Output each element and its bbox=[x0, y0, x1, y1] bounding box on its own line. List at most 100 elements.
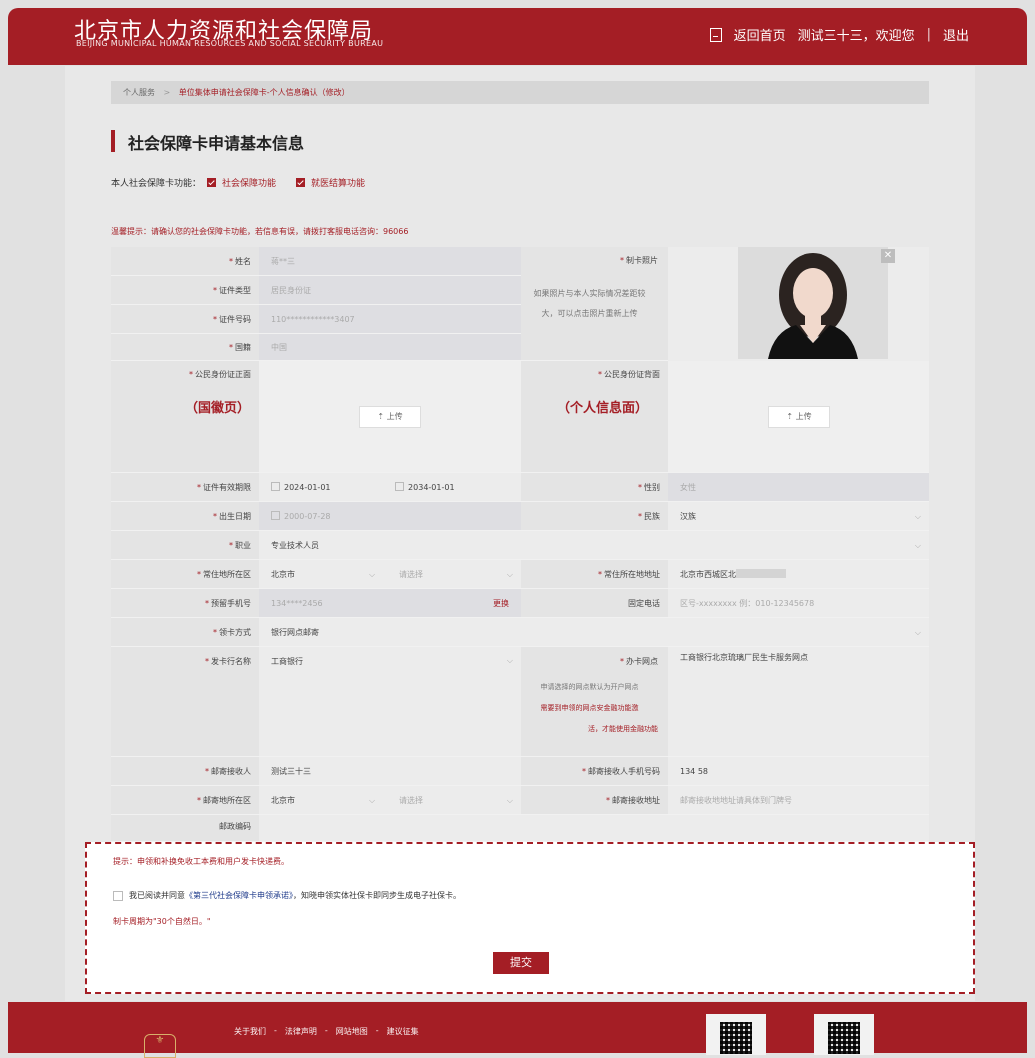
address-label: * 常住所在地地址 bbox=[521, 560, 668, 589]
mail-district-select[interactable]: 请选择 bbox=[399, 786, 423, 815]
upload-id-front-button[interactable]: ⇡ 上传 bbox=[359, 406, 421, 428]
photo-label-cell: * 制卡照片 如果照片与本人实际情况差距较 大，可以点击照片重新上传 bbox=[521, 247, 668, 361]
chevron-down-icon: ⌵ bbox=[506, 656, 513, 665]
notice-text: 温馨提示：请确认您的社会保障卡功能，若信息有误，请拨打客服电话咨询：96066 bbox=[111, 227, 409, 236]
id-number-field: 110************3407 bbox=[259, 305, 521, 334]
receive-select[interactable]: 银行网点邮寄 ⌵ bbox=[259, 618, 929, 647]
mail-address-input[interactable]: 邮寄接收地地址请具体到门牌号 bbox=[668, 786, 929, 815]
gender-label: * 性别 bbox=[521, 473, 668, 502]
logout-link[interactable]: 退出 bbox=[943, 25, 969, 44]
postcode-input[interactable] bbox=[259, 815, 929, 842]
agreement-row: 我已阅读并同意《第三代社会保障卡申领承诺》，知晓申领实体社保卡即同步生成电子社保… bbox=[113, 890, 461, 901]
name-label: * 姓名 bbox=[111, 247, 259, 276]
production-period: 制卡周期为"30个自然日。" bbox=[113, 917, 211, 926]
breadcrumb-current: 单位集体申请社会保障卡-个人信息确认（修改） bbox=[178, 88, 350, 97]
title-accent bbox=[111, 130, 115, 152]
mobile-field: 134****2456 更换 bbox=[259, 589, 521, 618]
application-form: * 姓名 蒋**三 * 证件类型 居民身份证 * 证件号码 110**********… bbox=[111, 247, 929, 842]
validity-label: * 证件有效期限 bbox=[111, 473, 259, 502]
agreement-link[interactable]: 《第三代社会保障卡申领承诺》 bbox=[185, 891, 293, 900]
submit-button[interactable]: 提交 bbox=[493, 952, 549, 974]
qr-code-icon bbox=[814, 1014, 874, 1055]
calendar-icon bbox=[271, 482, 280, 491]
footer-link-about[interactable]: 关于我们 bbox=[234, 1026, 266, 1037]
portrait-image bbox=[738, 247, 888, 359]
id-number-label: * 证件号码 bbox=[111, 305, 259, 334]
document-icon bbox=[709, 27, 722, 42]
chevron-down-icon: ⌵ bbox=[506, 796, 513, 805]
breadcrumb-root[interactable]: 个人服务 bbox=[123, 88, 155, 97]
header-actions: 返回首页 测试三十三，欢迎您 | 退出 bbox=[709, 25, 969, 44]
job-select[interactable]: 专业技术人员 ⌵ bbox=[259, 531, 929, 560]
agreement-text: 我已阅读并同意《第三代社会保障卡申领承诺》，知晓申领实体社保卡即同步生成电子社保… bbox=[129, 891, 461, 900]
recipient-input[interactable]: 测试三十三 bbox=[259, 757, 521, 786]
residence-city-select[interactable]: 北京市 bbox=[271, 570, 295, 579]
validity-end-input[interactable]: 2034-01-01 bbox=[408, 483, 455, 492]
photo-close-icon[interactable]: ✕ bbox=[881, 249, 895, 263]
id-front-side: （国徽页） bbox=[185, 401, 251, 416]
postcode-label: 邮政编码 bbox=[111, 815, 259, 842]
home-link[interactable]: 返回首页 bbox=[734, 25, 786, 44]
confirmation-panel: 提示：申领和补换免收工本费和用户发卡快递费。 我已阅读并同意《第三代社会保障卡申… bbox=[85, 842, 975, 994]
footer-link-legal[interactable]: 法律声明 bbox=[285, 1026, 317, 1037]
recipient-phone-input[interactable]: 134 58 bbox=[668, 757, 929, 786]
phone-label: 固定电话 bbox=[521, 589, 668, 618]
social-security-label: 社会保障功能 bbox=[222, 179, 277, 189]
medical-settlement-checkbox[interactable] bbox=[296, 178, 306, 187]
site-header: 北京市人力资源和社会保障局 BEIJING MUNICIPAL HUMAN RE… bbox=[8, 8, 1027, 65]
breadcrumb: 个人服务 > 单位集体申请社会保障卡-个人信息确认（修改） bbox=[111, 81, 929, 104]
nationality-field: 中国 bbox=[259, 334, 521, 361]
qr-code-icon bbox=[706, 1014, 766, 1055]
fee-tip: 提示：申领和补换免收工本费和用户发卡快递费。 bbox=[113, 857, 289, 866]
birth-label: * 出生日期 bbox=[111, 502, 259, 531]
photo-hint: 如果照片与本人实际情况差距较 大，可以点击照片重新上传 bbox=[533, 289, 646, 318]
residence-district-select[interactable]: 请选择 bbox=[399, 560, 423, 589]
functions-label: 本人社会保障卡功能： bbox=[111, 179, 202, 189]
emblem-icon: ⚜ bbox=[144, 1034, 176, 1058]
id-type-label: * 证件类型 bbox=[111, 276, 259, 305]
change-mobile-link[interactable]: 更换 bbox=[493, 589, 509, 618]
address-input[interactable]: 北京市西城区北 bbox=[668, 560, 929, 589]
receive-label: * 领卡方式 bbox=[111, 618, 259, 647]
footer-link-feedback[interactable]: 建议征集 bbox=[387, 1026, 419, 1037]
mail-area-field: 北京市 ⌵ 请选择 ⌵ bbox=[259, 786, 521, 815]
recipient-label: * 邮寄接收人 bbox=[111, 757, 259, 786]
upload-id-back-button[interactable]: ⇡ 上传 bbox=[768, 406, 830, 428]
site-subtitle: BEIJING MUNICIPAL HUMAN RESOURCES AND SO… bbox=[76, 39, 384, 48]
footer-links: 关于我们 - 法律声明 - 网站地图 - 建议征集 bbox=[234, 1026, 419, 1037]
breadcrumb-separator: > bbox=[163, 88, 171, 97]
medical-settlement-label: 就医结算功能 bbox=[311, 179, 366, 189]
page-title: 社会保障卡申请基本信息 bbox=[128, 134, 305, 153]
gender-field: 女性 bbox=[668, 473, 929, 502]
id-photo[interactable] bbox=[738, 247, 888, 359]
mail-city-select[interactable]: 北京市 bbox=[271, 796, 295, 805]
id-front-label: * 公民身份证正面 bbox=[189, 370, 251, 379]
id-type-field: 居民身份证 bbox=[259, 276, 521, 305]
ethnic-label: * 民族 bbox=[521, 502, 668, 531]
name-field: 蒋**三 bbox=[259, 247, 521, 276]
id-back-label: * 公民身份证背面 bbox=[598, 370, 660, 379]
ethnic-select[interactable]: 汉族 ⌵ bbox=[668, 502, 929, 531]
branch-label: * 办卡网点 bbox=[620, 657, 658, 666]
recipient-phone-label: * 邮寄接收人手机号码 bbox=[521, 757, 668, 786]
social-security-checkbox[interactable] bbox=[207, 178, 217, 187]
photo-cell: ✕ bbox=[668, 247, 929, 361]
bank-label: * 发卡行名称 bbox=[111, 647, 259, 757]
branch-label-cell: * 办卡网点 申请选择的网点默认为开户网点 需要到申领的网点安金融功能激 活，才能… bbox=[521, 647, 668, 757]
validity-field: 2024-01-01 2034-01-01 bbox=[259, 473, 521, 502]
mail-address-label: * 邮寄接收地址 bbox=[521, 786, 668, 815]
bank-select[interactable]: 工商银行 ⌵ bbox=[259, 647, 521, 757]
chevron-down-icon: ⌵ bbox=[506, 570, 513, 579]
validity-start-input[interactable]: 2024-01-01 bbox=[284, 483, 331, 492]
branch-hint: 申请选择的网点默认为开户网点 需要到申领的网点安金融功能激 活，才能使用金融功能 bbox=[540, 683, 659, 733]
footer-link-sitemap[interactable]: 网站地图 bbox=[336, 1026, 368, 1037]
phone-input[interactable]: 区号-xxxxxxxx 例：010-12345678 bbox=[668, 589, 929, 618]
nationality-label: * 国籍 bbox=[111, 334, 259, 361]
branch-field[interactable]: 工商银行北京琉璃厂民生卡服务网点 bbox=[668, 647, 929, 757]
id-back-label-cell: * 公民身份证背面 bbox=[521, 361, 668, 473]
site-footer: 关于我们 - 法律声明 - 网站地图 - 建议征集 ⚜ bbox=[8, 1002, 1027, 1058]
header-separator: | bbox=[926, 27, 931, 42]
welcome-text: 测试三十三，欢迎您 bbox=[797, 29, 915, 44]
photo-label: * 制卡照片 bbox=[620, 256, 658, 265]
agreement-checkbox[interactable] bbox=[113, 890, 123, 901]
